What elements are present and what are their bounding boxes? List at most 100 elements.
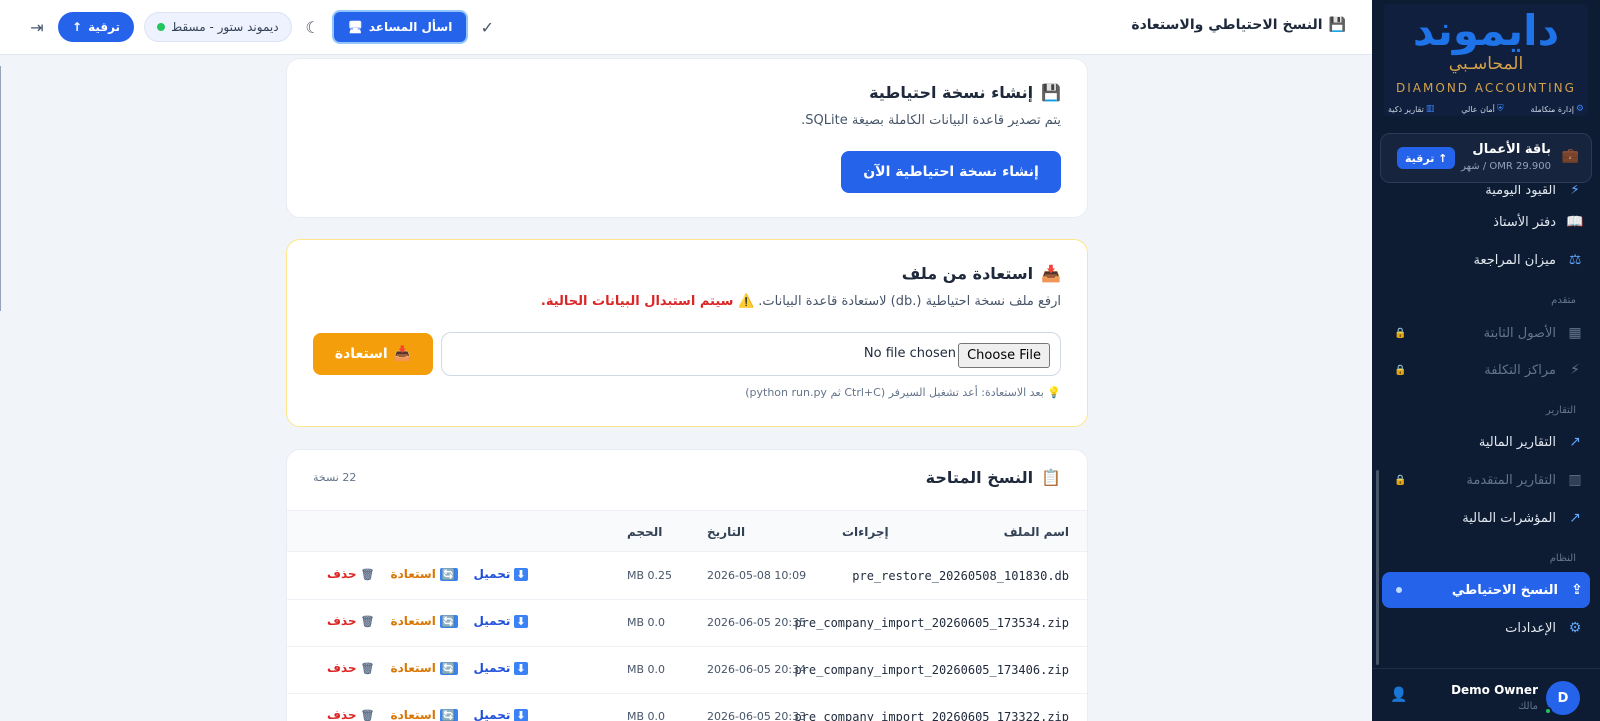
inbox-tray-icon: 📥 xyxy=(393,346,412,362)
delete-link[interactable]: 🗑 حذف xyxy=(327,614,375,628)
backups-count: 22 نسخة xyxy=(313,471,357,484)
restore-title: 📥 استعادة من ملف xyxy=(901,264,1061,283)
brand-features: ⚙ إدارة متكاملة ⛨ أمان عالي ▥ تقارير ذكية xyxy=(1388,104,1584,114)
file-name: pre_company_import_20260605_173534.zip xyxy=(794,616,1069,630)
refresh-icon: 🔄 xyxy=(439,708,458,721)
download-link[interactable]: ⬇ تحميل xyxy=(474,661,528,675)
store-selector[interactable]: ديموند ستور - مسقط xyxy=(144,12,292,42)
file-input[interactable]: Choose File No file chosen xyxy=(441,332,1061,376)
active-indicator xyxy=(1396,587,1402,593)
trash-icon: 🗑 xyxy=(360,708,375,721)
file-name: pre_company_import_20260605_173406.zip xyxy=(794,663,1069,677)
page-title: 💾 النسخ الاحتياطي والاستعادة xyxy=(1131,17,1346,33)
sidebar-scrollbar[interactable] xyxy=(1376,470,1379,665)
download-icon: ⬇ xyxy=(514,708,528,721)
file-size: 0.25 MB xyxy=(627,569,673,582)
monitor-icon: 🖥 xyxy=(347,20,363,34)
row-actions: ⬇ تحميل 🔄 استعادة 🗑 حذف xyxy=(327,567,528,581)
user-role: مالك xyxy=(1518,701,1538,712)
brand-name-en: DIAMOND ACCOUNTING xyxy=(1396,81,1576,95)
download-link[interactable]: ⬇ تحميل xyxy=(474,614,528,628)
delete-link[interactable]: 🗑 حذف xyxy=(327,567,375,581)
backups-list-card: 📋 النسخ المتاحة 22 نسخة اسم الملف الحجم … xyxy=(286,449,1088,721)
scale-icon: ⚖ xyxy=(1568,252,1582,268)
floppy-disk-icon: 💾 xyxy=(1041,83,1061,102)
building-icon: ▦ xyxy=(1568,325,1582,341)
refresh-icon: 🔄 xyxy=(439,567,458,581)
user-panel[interactable]: D Demo Owner مالك 👤 xyxy=(1372,668,1600,721)
restore-link[interactable]: 🔄 استعادة xyxy=(391,708,458,721)
nav-section-reports: التقارير xyxy=(1545,405,1576,416)
check-circle-icon[interactable]: ✓ xyxy=(476,18,498,37)
restore-link[interactable]: 🔄 استعادة xyxy=(391,567,458,581)
inbox-tray-icon: 📥 xyxy=(1041,264,1061,283)
delete-link[interactable]: 🗑 حذف xyxy=(327,661,375,675)
lock-icon: 🔒 xyxy=(1394,364,1407,376)
briefcase-icon: 💼 xyxy=(1561,148,1579,164)
file-status: No file chosen xyxy=(863,346,956,361)
chart-icon: ▥ xyxy=(1425,104,1435,114)
brand-logo[interactable]: دايموند المحاسـبي DIAMOND ACCOUNTING ⚙ إد… xyxy=(1384,4,1588,116)
trash-icon: 🗑 xyxy=(360,661,375,675)
sidebar-item-trial-balance[interactable]: ⚖ ميزان المراجعة xyxy=(1384,243,1588,277)
restore-link[interactable]: 🔄 استعادة xyxy=(391,661,458,675)
download-link[interactable]: ⬇ تحميل xyxy=(474,567,528,581)
status-dot xyxy=(157,23,166,31)
download-link[interactable]: ⬇ تحميل xyxy=(474,708,528,721)
plan-name: باقة الأعمال xyxy=(1472,142,1551,157)
create-backup-title: 💾 إنشاء نسخة احتياطية xyxy=(869,83,1061,102)
user-icon[interactable]: 👤 xyxy=(1390,687,1407,703)
sidebar-item-journal[interactable]: ⚡ القيود اليومية xyxy=(1384,185,1588,207)
sidebar-item-fixed-assets[interactable]: ▦ الأصول الثابتة 🔒 xyxy=(1384,316,1588,350)
trash-icon: 🗑 xyxy=(360,567,375,581)
restore-warning: ⚠️ سيتم استبدال البيانات الحالية. xyxy=(540,294,755,309)
trash-icon: 🗑 xyxy=(360,614,375,628)
trend-icon: ↗ xyxy=(1569,510,1581,526)
moon-icon[interactable]: ☾ xyxy=(302,18,324,37)
sidebar-item-settings[interactable]: ⚙ الإعدادات xyxy=(1384,611,1588,645)
upgrade-button[interactable]: ↑ ترقية xyxy=(58,12,135,42)
row-actions: ⬇ تحميل 🔄 استعادة 🗑 حذف xyxy=(327,661,528,675)
file-size: 0.0 MB xyxy=(627,710,666,721)
sidebar-item-backup[interactable]: ⇪ النسخ الاحتياطي xyxy=(1382,572,1590,608)
sidebar-item-financial-reports[interactable]: ↗ التقارير المالية xyxy=(1384,425,1588,459)
brand-name: دايموند xyxy=(1412,6,1560,55)
create-backup-card: 💾 إنشاء نسخة احتياطية يتم تصدير قاعدة ال… xyxy=(286,58,1088,218)
sidebar-item-cost-centers[interactable]: ⚡ مراكز التكلفة 🔒 xyxy=(1384,353,1588,387)
choose-file-button[interactable]: Choose File xyxy=(958,343,1050,368)
gear-icon: ⚙ xyxy=(1575,104,1584,114)
lock-icon: 🔒 xyxy=(1394,474,1407,486)
file-date: 2026-06-05 20:34 xyxy=(707,663,807,676)
user-name: Demo Owner xyxy=(1451,683,1538,697)
bar-chart-icon: ▥ xyxy=(1568,472,1582,488)
delete-link[interactable]: 🗑 حذف xyxy=(327,708,375,721)
download-icon: ⬇ xyxy=(514,614,528,628)
file-name: pre_restore_20260508_101830.db xyxy=(852,569,1069,583)
sidebar-item-ledger[interactable]: 📖 دفتر الأستاذ xyxy=(1384,205,1588,239)
sidebar-nav: ⚡ القيود اليومية 📖 دفتر الأستاذ ⚖ ميزان … xyxy=(1372,185,1600,665)
clipboard-icon: 📋 xyxy=(1041,468,1061,487)
sidebar-item-advanced-reports[interactable]: ▥ التقارير المتقدمة 🔒 xyxy=(1384,463,1588,497)
bolt-icon: ⚡ xyxy=(1570,185,1580,198)
restore-description: ارفع ملف نسخة احتياطية (.db) لاستعادة قا… xyxy=(540,294,1061,309)
ask-assistant-button[interactable]: 🖥 اسأل المساعد xyxy=(333,12,467,42)
cloud-upload-icon: ⇪ xyxy=(1571,582,1583,598)
lock-icon: 🔒 xyxy=(1394,327,1407,339)
top-actions: ⇥ ↑ ترقية ديموند ستور - مسقط ☾ 🖥 اسأل ال… xyxy=(26,11,498,43)
column-actions: إجراءات xyxy=(842,525,889,539)
create-backup-button[interactable]: إنشاء نسخة احتياطية الآن xyxy=(841,151,1061,193)
floppy-disk-icon: 💾 xyxy=(1328,17,1346,33)
restore-button[interactable]: 📥 استعادة xyxy=(313,333,433,375)
nav-section-system: النظام xyxy=(1549,553,1576,564)
restore-hint: 💡 بعد الاستعادة: أعد تشغيل السيرفر (Ctrl… xyxy=(745,386,1061,399)
table-row: pre_company_import_20260605_173534.zip 0… xyxy=(287,600,1087,647)
column-date: التاريخ xyxy=(707,525,746,539)
restore-link[interactable]: 🔄 استعادة xyxy=(391,614,458,628)
sidebar-item-financial-indicators[interactable]: ↗ المؤشرات المالية xyxy=(1384,501,1588,535)
logout-icon[interactable]: ⇥ xyxy=(26,18,48,37)
bolt-icon: ⚡ xyxy=(1570,362,1580,378)
table-row: pre_company_import_20260605_173322.zip 0… xyxy=(287,694,1087,721)
brand-feature: ⚙ إدارة متكاملة xyxy=(1530,104,1584,114)
top-bar: 💾 النسخ الاحتياطي والاستعادة ⇥ ↑ ترقية د… xyxy=(0,0,1372,55)
plan-upgrade-button[interactable]: ↑ ترقية xyxy=(1397,147,1456,169)
